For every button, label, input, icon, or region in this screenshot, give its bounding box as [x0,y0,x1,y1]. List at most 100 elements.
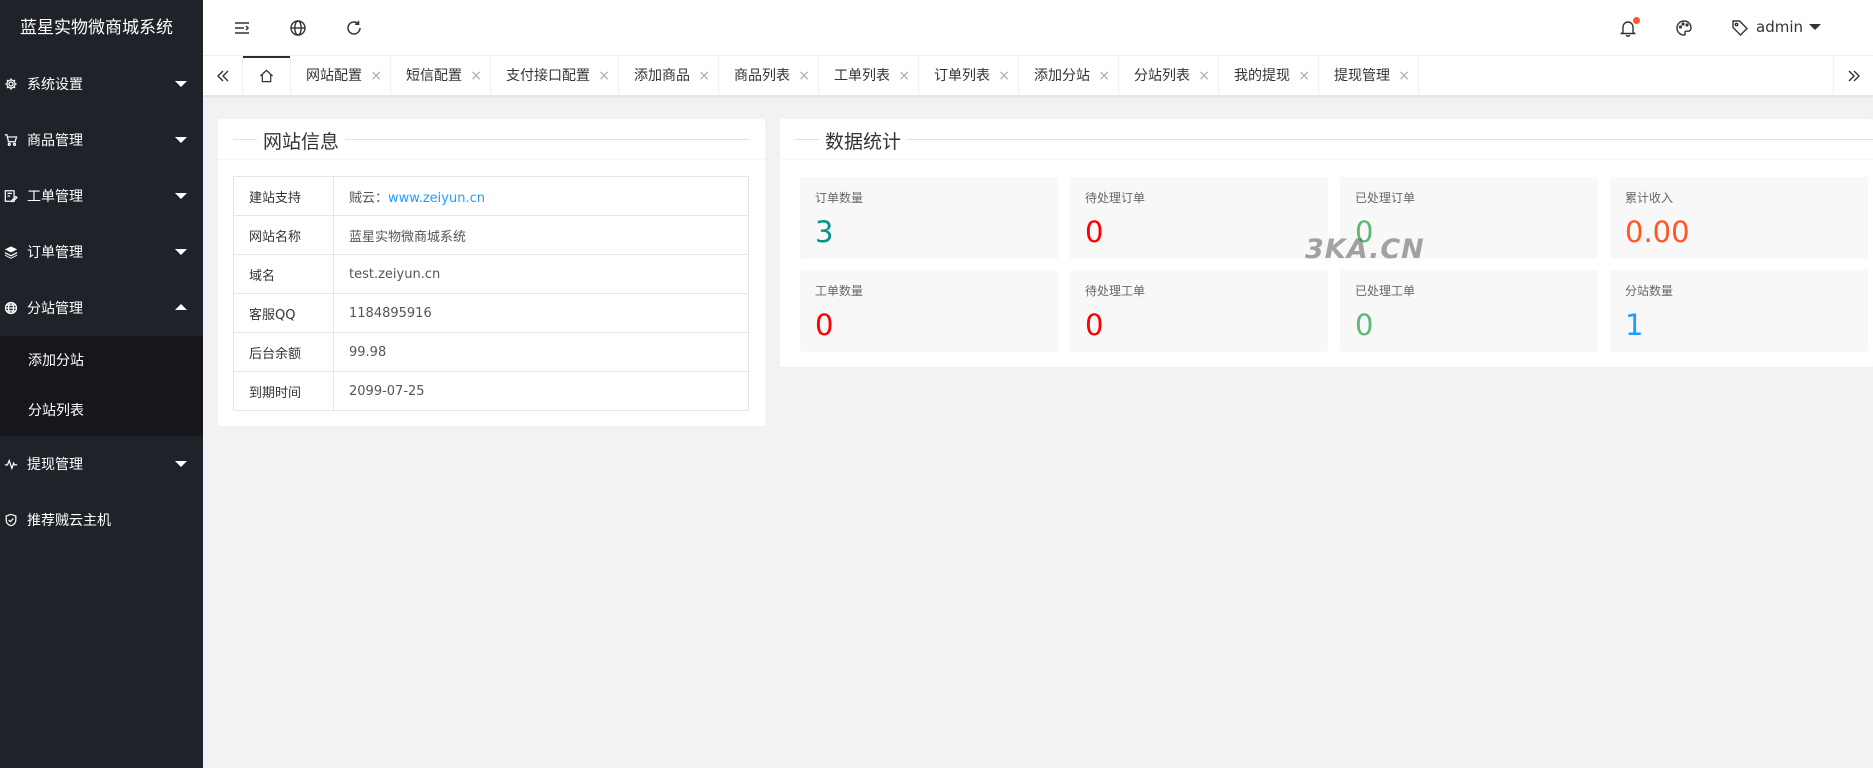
tab-list: 网站配置 × 短信配置 × 支付接口配置 × 添加商品 × 商品列表 × 工单列表 × 订单… [243,56,1419,96]
site-info-table: 建站支持 贼云：www.zeiyun.cn 网站名称 蓝星实物微商城系统 域名 … [233,176,749,411]
sidebar-item-ticket-management[interactable]: 工单管理 [0,168,203,224]
tab-label: 工单列表 [834,68,890,84]
tab-label: 支付接口配置 [506,68,590,84]
support-prefix: 贼云： [349,190,389,206]
row-key: 后台余额 [233,332,334,372]
chevron-down-icon [175,461,187,467]
sidebar-submenu-substation: 添加分站 分站列表 [0,336,203,436]
stat-label: 已处理订单 [1355,191,1416,205]
tab-label: 添加商品 [634,68,690,84]
sidebar-item-label: 系统设置 [27,77,83,93]
sidebar-item-product-management[interactable]: 商品管理 [0,112,203,168]
row-key: 域名 [233,254,334,294]
stat-label: 订单数量 [815,191,864,205]
tab-home[interactable] [243,56,291,96]
sidebar-item-order-management[interactable]: 订单管理 [0,224,203,280]
layers-icon [4,245,18,259]
tab-label: 提现管理 [1334,68,1390,84]
close-icon[interactable]: × [1098,56,1110,96]
stat-label: 待处理工单 [1085,284,1146,298]
data-stats-title: 数据统计 [819,127,908,154]
gear-icon [4,77,18,91]
tab-ticket-list[interactable]: 工单列表 × [819,56,919,96]
tab-add-product[interactable]: 添加商品 × [619,56,719,96]
close-icon[interactable]: × [470,56,482,96]
row-value: test.zeiyun.cn [333,254,749,294]
chevron-up-icon [175,304,187,310]
refresh-icon[interactable] [345,19,363,37]
site-info-title: 网站信息 [257,127,346,154]
tab-product-list[interactable]: 商品列表 × [719,56,819,96]
stat-pending-tickets: 待处理工单 0 [1070,270,1328,352]
close-icon[interactable]: × [798,56,810,96]
sidebar-item-system-settings[interactable]: 系统设置 [0,56,203,112]
user-menu[interactable]: admin [1756,18,1821,36]
tab-site-config[interactable]: 网站配置 × [291,56,391,96]
sidebar-item-label: 分站管理 [27,301,83,317]
table-row: 后台余额 99.98 [233,332,749,372]
sidebar-item-label: 工单管理 [27,189,83,205]
close-icon[interactable]: × [698,56,710,96]
tab-order-list[interactable]: 订单列表 × [919,56,1019,96]
tabs-scroll-right-icon[interactable] [1833,56,1873,96]
user-name: admin [1756,18,1803,36]
theme-palette-icon[interactable] [1675,19,1693,37]
row-value: 蓝星实物微商城系统 [333,215,749,255]
tab-payment-config[interactable]: 支付接口配置 × [491,56,619,96]
stat-label: 工单数量 [815,284,864,298]
home-icon [259,69,274,83]
cart-icon [4,133,18,147]
close-icon[interactable]: × [1198,56,1210,96]
sidebar-item-substation-management[interactable]: 分站管理 [0,280,203,336]
stat-label: 累计收入 [1625,191,1674,205]
chevron-down-icon [175,249,187,255]
tab-label: 短信配置 [406,68,462,84]
shield-icon [4,513,18,527]
tabs-scroll-left-icon[interactable] [203,56,243,96]
close-icon[interactable]: × [598,56,610,96]
stat-substation-count: 分站数量 1 [1610,270,1868,352]
tag-icon[interactable] [1731,19,1749,37]
close-icon[interactable]: × [1298,56,1310,96]
stat-value: 3 [815,215,834,249]
menu-toggle-icon[interactable] [233,19,251,37]
pulse-icon [4,457,18,471]
stat-value: 0 [1085,308,1104,342]
tab-sms-config[interactable]: 短信配置 × [391,56,491,96]
website-globe-icon[interactable] [289,19,307,37]
sidebar-item-label: 订单管理 [27,245,83,261]
site-info-card-header: 网站信息 [218,119,765,160]
watermark: 3KA.CN [1305,234,1425,265]
close-icon[interactable]: × [370,56,382,96]
stat-value: 0 [1085,215,1104,249]
table-row: 建站支持 贼云：www.zeiyun.cn [233,176,749,216]
stat-order-count: 订单数量 3 [800,177,1058,259]
sidebar-subitem-add-substation[interactable]: 添加分站 [0,336,203,386]
tabs-bar: 网站配置 × 短信配置 × 支付接口配置 × 添加商品 × 商品列表 × 工单列表 × 订单… [203,56,1873,96]
stat-value: 1 [1625,308,1644,342]
sidebar-item-recommend-host[interactable]: 推荐贼云主机 [0,492,203,548]
tab-substation-list[interactable]: 分站列表 × [1119,56,1219,96]
support-link[interactable]: www.zeiyun.cn [388,191,485,206]
tab-withdraw-management[interactable]: 提现管理 × [1319,56,1419,96]
close-icon[interactable]: × [898,56,910,96]
tab-label: 订单列表 [934,68,990,84]
stat-label: 分站数量 [1625,284,1674,298]
globe-icon [4,301,18,315]
row-value: 99.98 [333,332,749,372]
sidebar-subitem-substation-list[interactable]: 分站列表 [0,386,203,436]
stat-label: 已处理工单 [1355,284,1416,298]
row-key: 网站名称 [233,215,334,255]
table-row: 域名 test.zeiyun.cn [233,254,749,294]
close-icon[interactable]: × [1398,56,1410,96]
tab-add-substation[interactable]: 添加分站 × [1019,56,1119,96]
sidebar-item-withdraw-management[interactable]: 提现管理 [0,436,203,492]
top-header: admin [203,0,1873,56]
notification-badge [1633,17,1640,24]
close-icon[interactable]: × [998,56,1010,96]
chevron-down-icon [1809,24,1821,30]
notification-bell-icon[interactable] [1619,17,1640,37]
row-key: 建站支持 [233,176,334,216]
tab-my-withdrawals[interactable]: 我的提现 × [1219,56,1319,96]
chevron-down-icon [175,137,187,143]
